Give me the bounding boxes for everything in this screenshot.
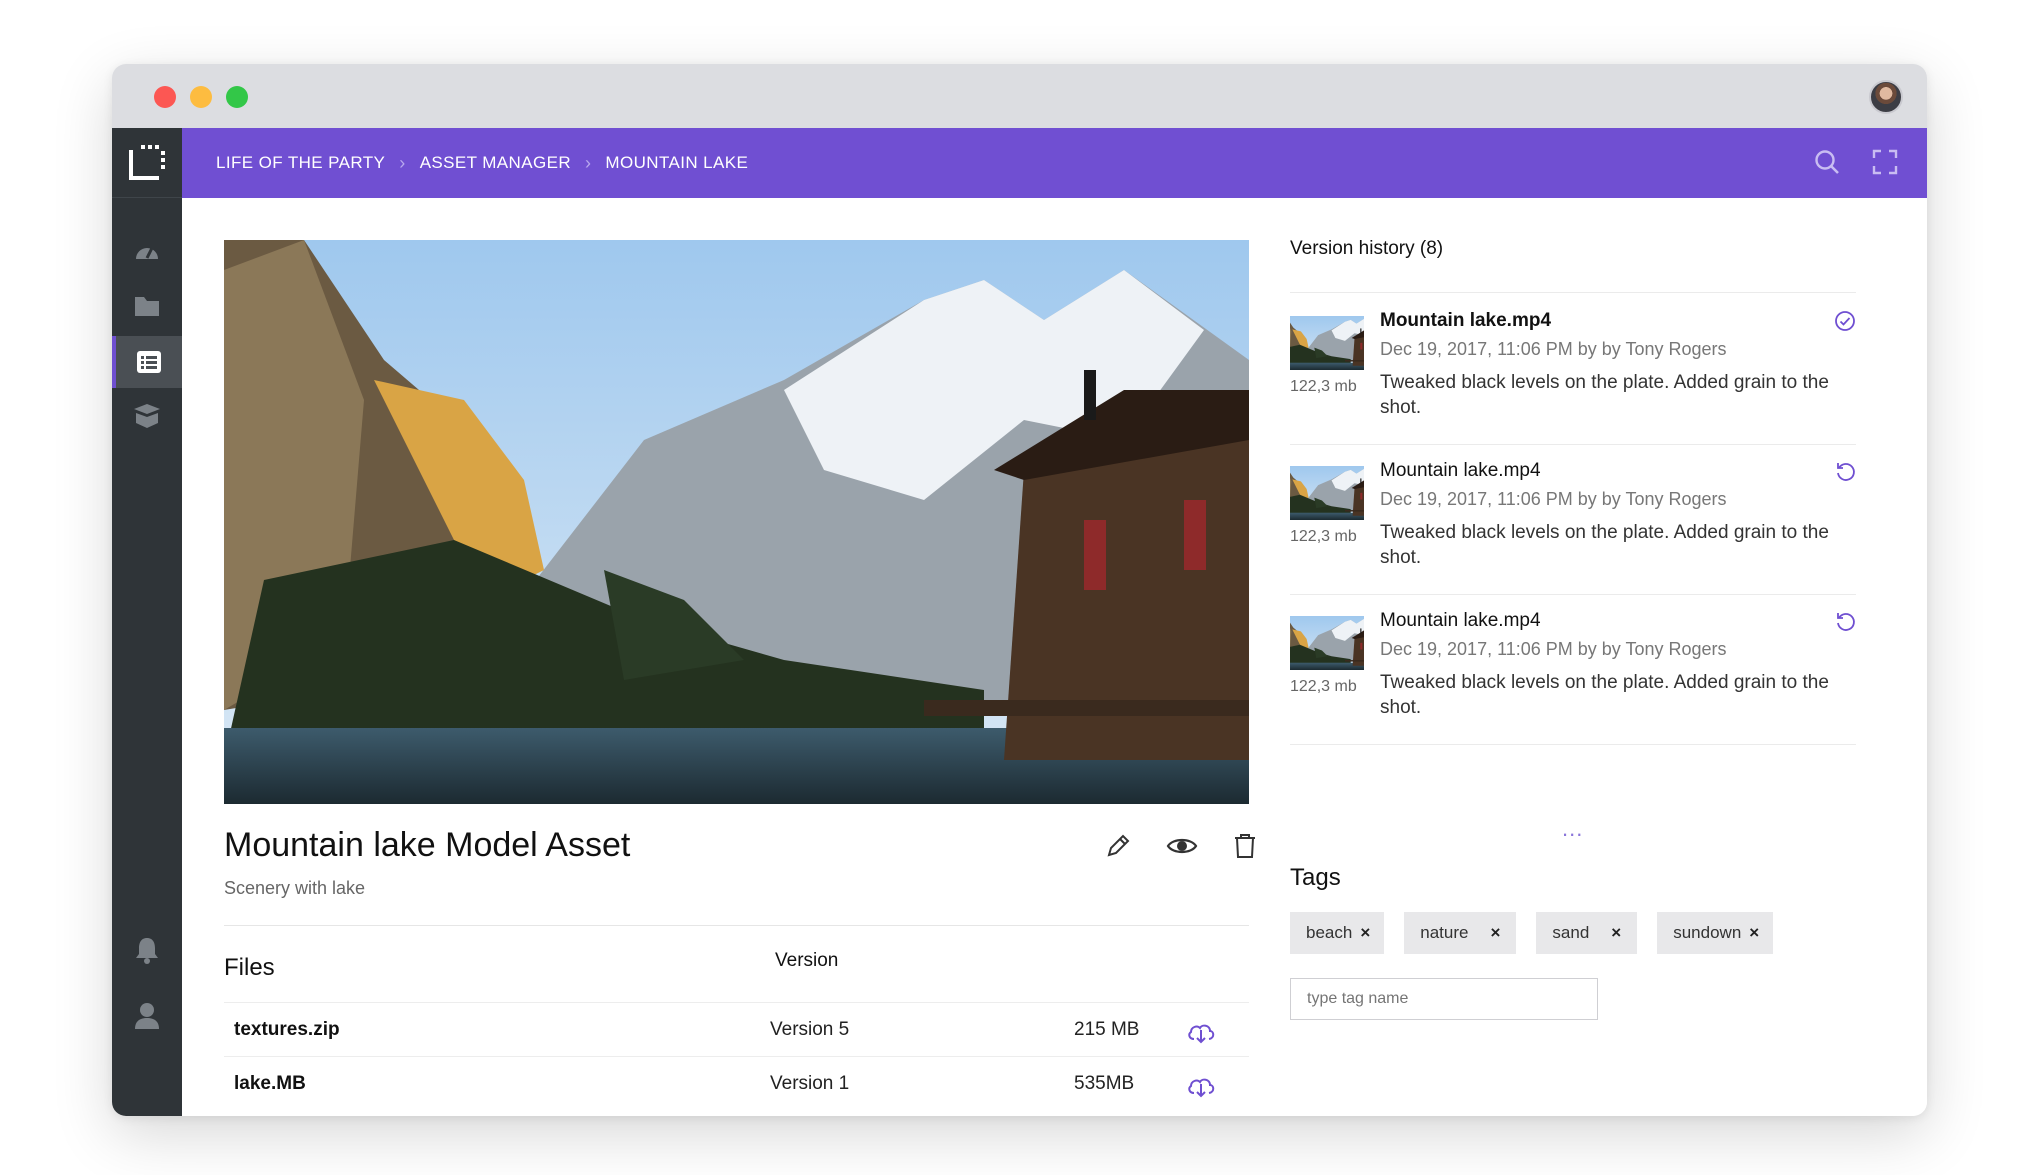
close-window-button[interactable] [154,86,176,108]
version-description: Tweaked black levels on the plate. Added… [1380,522,1829,568]
asset-title: Mountain lake Model Asset [224,826,631,864]
breadcrumb-item[interactable]: ASSET MANAGER [420,153,571,173]
folder-icon [135,297,159,316]
file-name: lake.MB [234,1073,306,1094]
top-bar-actions [1813,148,1899,176]
breadcrumb-item[interactable]: MOUNTAIN LAKE [605,153,748,173]
window-titlebar [112,64,1927,128]
version-file-name: Mountain lake.mp4 [1380,610,1541,631]
sidebar-item-dashboard[interactable] [112,226,182,278]
app-window: LIFE OF THE PARTY › ASSET MANAGER › MOUN… [112,64,1927,1116]
sidebar-item-folders[interactable] [112,280,182,332]
version-date: Dec 19, 2017, 11:06 PM by by Tony Rogers [1380,639,1727,659]
top-bar: LIFE OF THE PARTY › ASSET MANAGER › MOUN… [182,128,1927,198]
revert-icon[interactable] [1834,460,1856,482]
tag-chip: sundown × [1657,912,1774,954]
tag-chip: sand × [1536,912,1638,954]
eye-icon[interactable] [1166,832,1198,860]
landscape-thumbnail [1290,616,1364,670]
app-logo[interactable] [112,128,182,198]
version-size: 122,3 mb [1290,528,1357,545]
chevron-right-icon: › [399,152,406,173]
asset-actions [1104,832,1258,860]
file-version: Version 1 [770,1073,850,1094]
revert-icon[interactable] [1834,610,1856,632]
divider [1290,744,1856,745]
sidebar-item-notifications[interactable] [112,924,182,976]
file-size: 535MB [1074,1073,1135,1094]
version-history-title: Version history (8) [1290,238,1444,259]
version-date: Dec 19, 2017, 11:06 PM by by Tony Rogers [1380,489,1727,509]
version-size: 122,3 mb [1290,678,1357,695]
sidebar-item-packages[interactable] [112,390,182,442]
version-description: Tweaked black levels on the plate. Added… [1380,672,1829,718]
file-name: textures.zip [234,1019,340,1040]
divider [224,925,1249,926]
file-version: Version 5 [770,1019,850,1040]
version-item[interactable]: 122,3 mb Mountain lake.mp4 Dec 19, 2017,… [1290,444,1856,584]
landscape-thumbnail [1290,466,1364,520]
version-size: 122,3 mb [1290,378,1357,395]
version-thumbnail [1290,466,1364,520]
version-thumbnail [1290,616,1364,670]
landscape-photo [224,240,1249,804]
trash-icon[interactable] [1232,832,1258,860]
tag-label: beach [1306,923,1353,942]
divider [1290,292,1856,293]
version-file-name: Mountain lake.mp4 [1380,460,1541,481]
sidebar [112,128,182,1116]
remove-tag-icon[interactable]: × [1611,923,1621,943]
tag-label: nature [1420,923,1469,942]
sidebar-item-assets[interactable] [112,336,182,388]
sidebar-item-profile[interactable] [112,990,182,1042]
chevron-right-icon: › [585,152,592,173]
logo-icon [129,145,165,180]
version-date: Dec 19, 2017, 11:06 PM by by Tony Rogers [1380,339,1727,359]
landscape-thumbnail [1290,316,1364,370]
remove-tag-icon[interactable]: × [1360,923,1370,943]
breadcrumb: LIFE OF THE PARTY › ASSET MANAGER › MOUN… [216,128,748,198]
user-icon [135,1003,159,1029]
version-column-header: Version [775,950,839,971]
user-avatar[interactable] [1869,80,1903,114]
dashboard-icon [136,247,158,259]
remove-tag-icon[interactable]: × [1749,923,1759,943]
file-row[interactable]: lake.MB Version 1 535MB [224,1056,1249,1110]
more-versions-button[interactable]: ... [1562,816,1583,842]
bell-icon [136,938,158,964]
version-description: Tweaked black levels on the plate. Added… [1380,372,1829,418]
edit-icon[interactable] [1104,832,1132,860]
asset-subtitle: Scenery with lake [224,878,366,898]
tags-title: Tags [1290,864,1341,891]
tag-label: sundown [1673,923,1742,942]
search-icon[interactable] [1813,148,1841,176]
check-circle-icon [1835,311,1855,331]
files-heading: Files [224,954,275,981]
file-row[interactable]: textures.zip Version 5 215 MB [224,1002,1249,1056]
tag-chip: beach × [1290,912,1385,954]
box-icon [134,404,160,428]
version-item[interactable]: 122,3 mb Mountain lake.mp4 Dec 19, 2017,… [1290,294,1856,434]
asset-preview-image[interactable] [224,240,1249,804]
fullscreen-icon[interactable] [1871,148,1899,176]
cloud-download-icon[interactable] [1186,1073,1216,1099]
version-item[interactable]: 122,3 mb Mountain lake.mp4 Dec 19, 2017,… [1290,594,1856,734]
tag-list: beach × nature × sand × sundown × [1290,912,1774,954]
breadcrumb-item[interactable]: LIFE OF THE PARTY [216,153,385,173]
tag-chip: nature × [1404,912,1517,954]
list-icon [137,351,161,373]
version-file-name: Mountain lake.mp4 [1380,310,1552,331]
remove-tag-icon[interactable]: × [1490,923,1500,943]
file-size: 215 MB [1074,1019,1140,1040]
minimize-window-button[interactable] [190,86,212,108]
tag-label: sand [1552,923,1590,942]
main-content: Mountain lake Model Asset Scenery with l… [182,198,1927,1116]
tag-name-input[interactable] [1290,978,1598,1020]
version-thumbnail [1290,316,1364,370]
maximize-window-button[interactable] [226,86,248,108]
cloud-download-icon[interactable] [1186,1019,1216,1045]
